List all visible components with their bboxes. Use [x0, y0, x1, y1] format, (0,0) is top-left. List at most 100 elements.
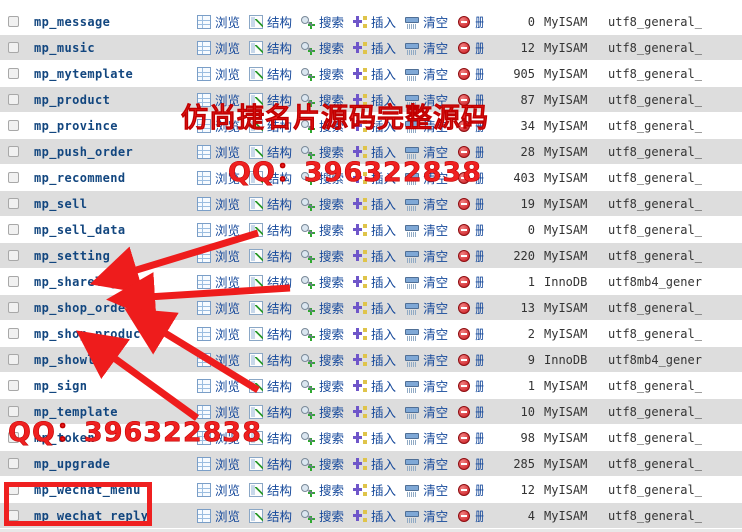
- table-name-cell[interactable]: mp_shop_order: [26, 294, 191, 321]
- empty-link[interactable]: 清空: [405, 350, 448, 369]
- insert-link[interactable]: 插入: [353, 506, 396, 525]
- row-select-cell[interactable]: [0, 112, 26, 139]
- table-row[interactable]: mp_sign 浏览 结构 搜索 插入 清空 删除 1 MyISAM utf8_general_: [0, 372, 742, 399]
- browse-link[interactable]: 浏览: [197, 454, 240, 473]
- checkbox-icon[interactable]: [7, 172, 19, 183]
- checkbox-icon[interactable]: [7, 250, 19, 261]
- insert-link[interactable]: 插入: [353, 142, 396, 161]
- row-select-cell[interactable]: [0, 398, 26, 425]
- structure-link[interactable]: 结构: [249, 454, 292, 473]
- row-select-cell[interactable]: [0, 424, 26, 451]
- row-select-cell[interactable]: [0, 8, 26, 35]
- structure-link[interactable]: 结构: [249, 298, 292, 317]
- structure-link[interactable]: 结构: [249, 38, 292, 57]
- structure-link[interactable]: 结构: [249, 220, 292, 239]
- insert-link[interactable]: 插入: [353, 428, 396, 447]
- drop-link[interactable]: 删除: [457, 272, 484, 291]
- insert-link[interactable]: 插入: [353, 168, 396, 187]
- empty-link[interactable]: 清空: [405, 220, 448, 239]
- table-row[interactable]: mp_recommend 浏览 结构 搜索 插入 清空 删除 403 MyISAM utf8_ge…: [0, 164, 742, 191]
- table-name-link[interactable]: mp_product: [26, 93, 191, 107]
- checkbox-icon[interactable]: [7, 224, 19, 235]
- empty-link[interactable]: 清空: [405, 168, 448, 187]
- checkbox-icon[interactable]: [7, 42, 19, 53]
- browse-link[interactable]: 浏览: [197, 116, 240, 135]
- drop-link[interactable]: 删除: [457, 38, 484, 57]
- row-select-cell[interactable]: [0, 502, 26, 529]
- table-name-cell[interactable]: mp_showlog: [26, 346, 191, 373]
- insert-link[interactable]: 插入: [353, 376, 396, 395]
- drop-link[interactable]: 删除: [457, 298, 484, 317]
- checkbox-icon[interactable]: [7, 302, 19, 313]
- drop-link[interactable]: 删除: [457, 12, 484, 31]
- empty-link[interactable]: 清空: [405, 90, 448, 109]
- checkbox-icon[interactable]: [7, 432, 19, 443]
- structure-link[interactable]: 结构: [249, 376, 292, 395]
- structure-link[interactable]: 结构: [249, 480, 292, 499]
- drop-link[interactable]: 删除: [457, 324, 484, 343]
- empty-link[interactable]: 清空: [405, 12, 448, 31]
- search-link[interactable]: 搜索: [301, 38, 344, 57]
- table-name-cell[interactable]: mp_province: [26, 112, 191, 139]
- row-select-cell[interactable]: [0, 346, 26, 373]
- row-select-cell[interactable]: [0, 190, 26, 217]
- structure-link[interactable]: 结构: [249, 168, 292, 187]
- drop-link[interactable]: 删除: [457, 506, 484, 525]
- table-row[interactable]: mp_message 浏览 结构 搜索 插入 清空 删除 0 MyISAM utf8_genera…: [0, 8, 742, 35]
- checkbox-icon[interactable]: [7, 120, 19, 131]
- structure-link[interactable]: 结构: [249, 246, 292, 265]
- browse-link[interactable]: 浏览: [197, 142, 240, 161]
- table-name-cell[interactable]: mp_shop_product: [26, 320, 191, 347]
- table-row[interactable]: mp_province 浏览 结构 搜索 插入 清空 删除 34 MyISAM utf8_gene…: [0, 112, 742, 139]
- browse-link[interactable]: 浏览: [197, 64, 240, 83]
- insert-link[interactable]: 插入: [353, 38, 396, 57]
- search-link[interactable]: 搜索: [301, 480, 344, 499]
- insert-link[interactable]: 插入: [353, 298, 396, 317]
- drop-link[interactable]: 删除: [457, 64, 484, 83]
- table-name-link[interactable]: mp_wechat_menu: [26, 483, 191, 497]
- table-name-link[interactable]: mp_sell: [26, 197, 191, 211]
- table-name-cell[interactable]: mp_template: [26, 398, 191, 425]
- search-link[interactable]: 搜索: [301, 64, 344, 83]
- search-link[interactable]: 搜索: [301, 402, 344, 421]
- table-row[interactable]: mp_product 浏览 结构 搜索 插入 清空 删除 87 MyISAM utf8_gener…: [0, 86, 742, 113]
- insert-link[interactable]: 插入: [353, 402, 396, 421]
- browse-link[interactable]: 浏览: [197, 168, 240, 187]
- checkbox-icon[interactable]: [7, 406, 19, 417]
- table-name-cell[interactable]: mp_sign: [26, 372, 191, 399]
- table-row[interactable]: mp_token 浏览 结构 搜索 插入 清空 删除 98 MyISAM utf8_general…: [0, 424, 742, 451]
- structure-link[interactable]: 结构: [249, 272, 292, 291]
- checkbox-icon[interactable]: [7, 68, 19, 79]
- structure-link[interactable]: 结构: [249, 428, 292, 447]
- insert-link[interactable]: 插入: [353, 246, 396, 265]
- search-link[interactable]: 搜索: [301, 246, 344, 265]
- table-name-link[interactable]: mp_template: [26, 405, 191, 419]
- empty-link[interactable]: 清空: [405, 142, 448, 161]
- table-name-cell[interactable]: mp_product: [26, 86, 191, 113]
- structure-link[interactable]: 结构: [249, 142, 292, 161]
- browse-link[interactable]: 浏览: [197, 350, 240, 369]
- checkbox-icon[interactable]: [7, 198, 19, 209]
- browse-link[interactable]: 浏览: [197, 272, 240, 291]
- browse-link[interactable]: 浏览: [197, 506, 240, 525]
- search-link[interactable]: 搜索: [301, 116, 344, 135]
- insert-link[interactable]: 插入: [353, 324, 396, 343]
- drop-link[interactable]: 删除: [457, 194, 484, 213]
- browse-link[interactable]: 浏览: [197, 298, 240, 317]
- browse-link[interactable]: 浏览: [197, 90, 240, 109]
- browse-link[interactable]: 浏览: [197, 324, 240, 343]
- insert-link[interactable]: 插入: [353, 116, 396, 135]
- structure-link[interactable]: 结构: [249, 12, 292, 31]
- drop-link[interactable]: 删除: [457, 246, 484, 265]
- browse-link[interactable]: 浏览: [197, 480, 240, 499]
- empty-link[interactable]: 清空: [405, 194, 448, 213]
- table-name-link[interactable]: mp_message: [26, 15, 191, 29]
- structure-link[interactable]: 结构: [249, 116, 292, 135]
- search-link[interactable]: 搜索: [301, 350, 344, 369]
- browse-link[interactable]: 浏览: [197, 194, 240, 213]
- empty-link[interactable]: 清空: [405, 480, 448, 499]
- structure-link[interactable]: 结构: [249, 350, 292, 369]
- empty-link[interactable]: 清空: [405, 272, 448, 291]
- structure-link[interactable]: 结构: [249, 402, 292, 421]
- structure-link[interactable]: 结构: [249, 64, 292, 83]
